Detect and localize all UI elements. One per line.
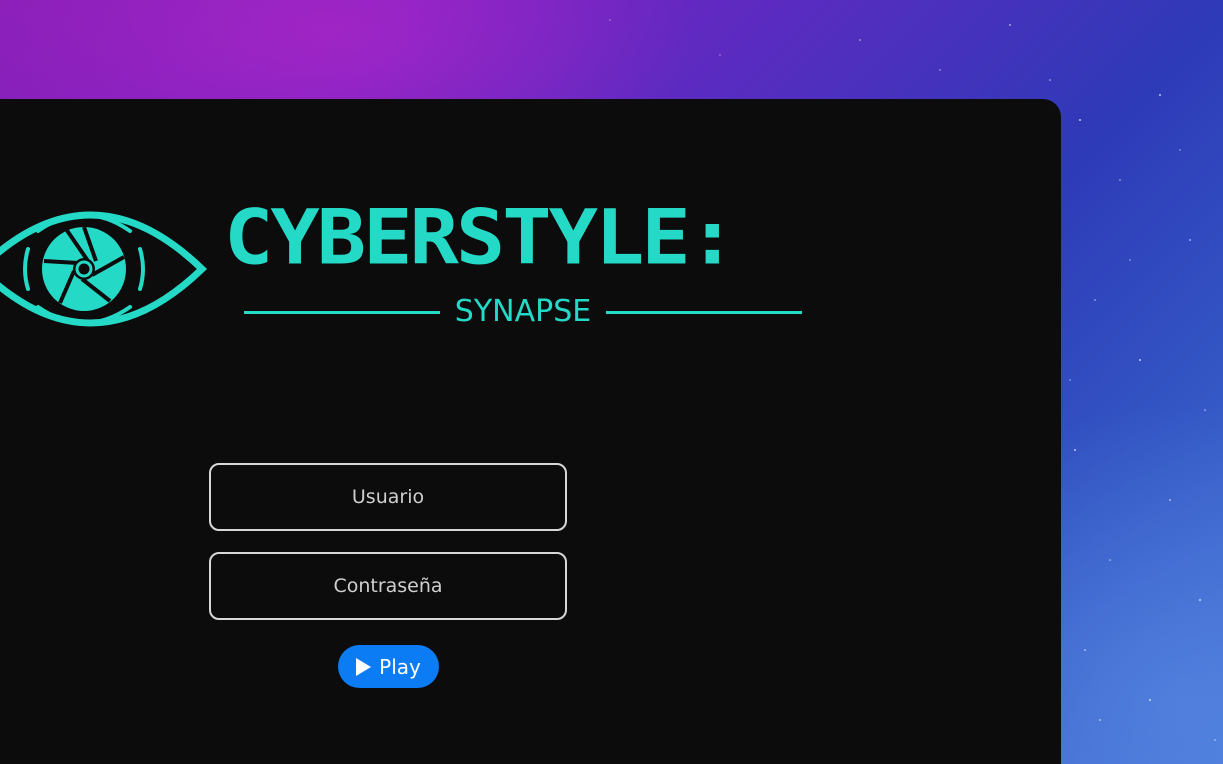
play-icon <box>356 657 372 676</box>
play-button[interactable]: Play <box>338 645 439 688</box>
divider-line-right <box>606 311 802 314</box>
eye-aperture-icon <box>0 211 208 327</box>
game-logo: CYBERSTYLE: SYNAPSE <box>0 191 830 351</box>
logo-subtitle: SYNAPSE <box>454 294 592 329</box>
username-input[interactable] <box>209 463 567 531</box>
app-window: CYBERSTYLE: SYNAPSE Play <box>0 99 1061 764</box>
password-input[interactable] <box>209 552 567 620</box>
logo-subtitle-row: SYNAPSE <box>244 291 802 331</box>
play-button-label: Play <box>379 654 421 679</box>
logo-title: CYBERSTYLE: <box>224 194 737 282</box>
divider-line-left <box>244 311 440 314</box>
